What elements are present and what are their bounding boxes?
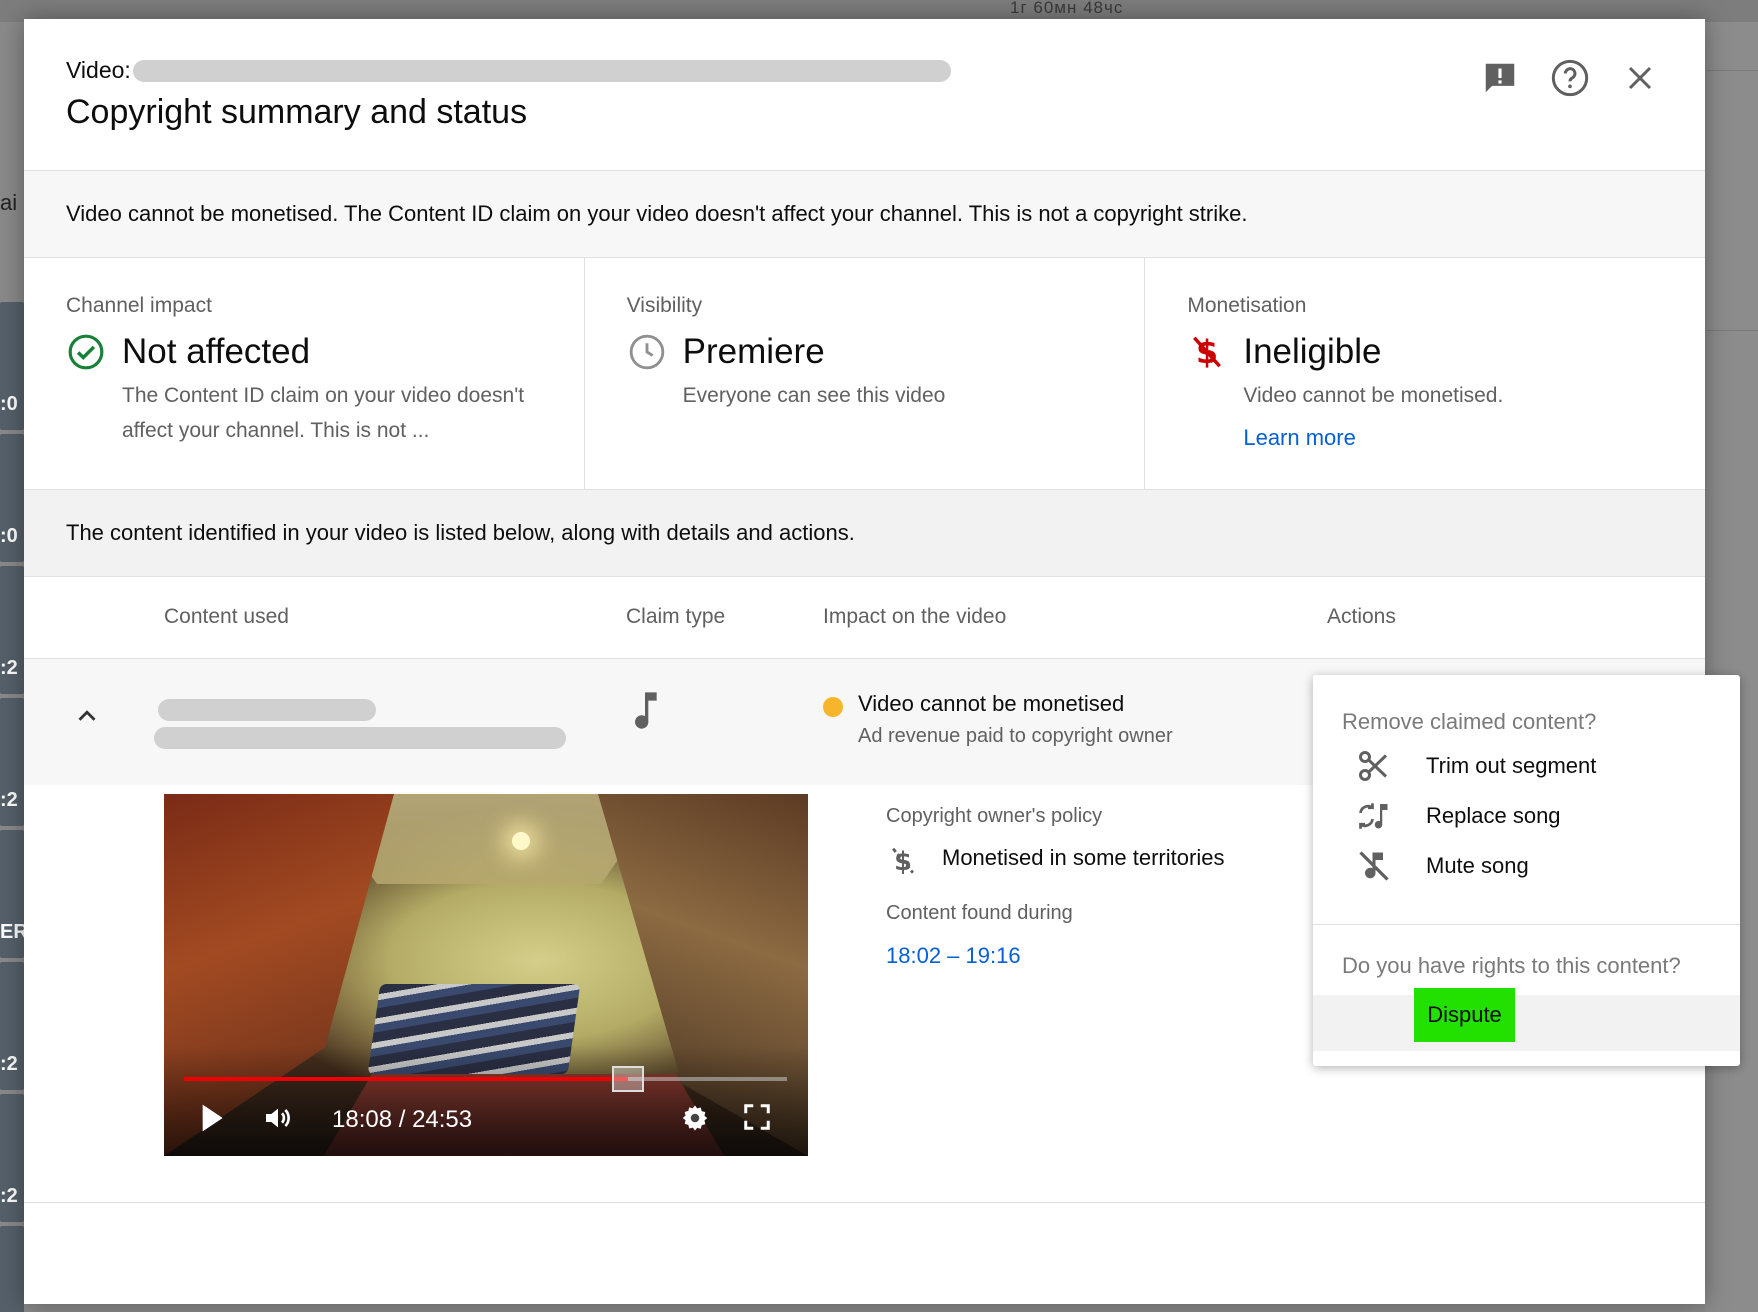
header-claim-type: Claim type: [626, 605, 726, 628]
scissors-icon: [1355, 747, 1393, 785]
help-icon[interactable]: [1547, 55, 1593, 101]
content-found-range[interactable]: 18:02 – 19:16: [886, 943, 1021, 969]
video-player[interactable]: 18:08 / 24:53: [164, 794, 808, 1156]
video-prefix: Video:: [66, 57, 131, 83]
dispute-button[interactable]: Dispute: [1414, 988, 1515, 1042]
partial-money-icon: $: [886, 843, 920, 877]
clock-icon: [627, 332, 667, 372]
progress-bar[interactable]: [184, 1066, 787, 1092]
channel-impact-card: Channel impact Not affected The Content …: [24, 258, 585, 489]
menu-item-replace[interactable]: Replace song: [1313, 788, 1740, 844]
learn-more-link[interactable]: Learn more: [1243, 425, 1356, 451]
background-thumbnail: ER: [0, 830, 28, 958]
redacted-song-owner: [154, 727, 566, 749]
content-found-label: Content found during: [886, 902, 1073, 924]
menu-item-trim[interactable]: Trim out segment: [1313, 738, 1740, 794]
dialog-header: Video: Copyright summary and status: [24, 19, 1705, 171]
claims-table-header: Content used Claim type Impact on the vi…: [24, 577, 1705, 659]
chevron-up-icon[interactable]: [72, 701, 102, 731]
menu-item-mute[interactable]: Mute song: [1313, 838, 1740, 894]
menu-item-label: Mute song: [1426, 853, 1529, 878]
visibility-desc: Everyone can see this video: [682, 384, 946, 407]
background-right-column: [1706, 22, 1758, 1312]
background-thumbnail: :2: [0, 1226, 24, 1312]
header-impact: Impact on the video: [823, 605, 1007, 628]
replace-song-icon: [1355, 797, 1393, 835]
background-side-label: ai: [0, 190, 18, 215]
monetisation-label: Monetisation: [1187, 294, 1307, 317]
channel-impact-label: Channel impact: [66, 294, 212, 317]
dispute-row: [1313, 995, 1740, 1051]
header-content-used: Content used: [164, 605, 289, 628]
music-note-icon: [630, 689, 660, 729]
menu-divider: [1313, 924, 1740, 925]
menu-item-label: Replace song: [1426, 803, 1561, 828]
impact-title: Video cannot be monetised: [858, 691, 1125, 716]
impact-status-dot: [823, 697, 843, 717]
playback-time: 18:08 / 24:53: [332, 1106, 473, 1133]
dialog-title: Copyright summary and status: [66, 93, 528, 131]
status-notice: Video cannot be monetised. The Content I…: [24, 171, 1705, 258]
close-icon[interactable]: [1617, 55, 1663, 101]
fullscreen-icon[interactable]: [742, 1102, 772, 1137]
play-icon[interactable]: [198, 1102, 226, 1139]
background-thumbnail: :0: [0, 302, 24, 430]
background-thumbnail: :2: [0, 1094, 24, 1222]
background-stats: 1г 60мн 48чс: [1010, 0, 1124, 17]
settings-gear-icon[interactable]: [679, 1102, 711, 1139]
visibility-label: Visibility: [626, 294, 703, 317]
copyright-dialog: Video: Copyright summary and status Vide…: [24, 19, 1705, 1304]
volume-icon[interactable]: [260, 1102, 296, 1139]
summary-cards: Channel impact Not affected The Content …: [24, 258, 1705, 490]
menu-item-label: Trim out segment: [1426, 753, 1597, 778]
redacted-song-title: [158, 699, 376, 721]
background-thumbnail: :2: [0, 698, 24, 826]
background-thumbnail: :0: [0, 434, 24, 562]
background-thumbnail: :2: [0, 566, 24, 694]
no-money-icon: $: [1187, 332, 1227, 372]
monetisation-desc: Video cannot be monetised.: [1243, 384, 1504, 407]
policy-text: Monetised in some territories: [942, 845, 1225, 870]
redacted-video-title: [132, 59, 951, 82]
rights-question-label: Do you have rights to this content?: [1342, 953, 1681, 978]
scrubber-handle[interactable]: [611, 1066, 644, 1092]
policy-label: Copyright owner's policy: [886, 805, 1103, 827]
channel-impact-desc: The Content ID claim on your video doesn…: [122, 384, 525, 442]
progress-played: [184, 1077, 628, 1081]
mute-song-icon: [1355, 847, 1393, 885]
actions-menu: Remove claimed content? Trim out segment…: [1313, 675, 1740, 1066]
monetisation-card: Monetisation $ Ineligible Video cannot b…: [1145, 258, 1705, 489]
content-intro: The content identified in your video is …: [24, 490, 1705, 577]
video-name-line: Video:: [66, 57, 951, 84]
impact-subtitle: Ad revenue paid to copyright owner: [858, 725, 1173, 747]
feedback-icon[interactable]: [1477, 55, 1523, 101]
monetisation-status: Ineligible: [1243, 332, 1382, 371]
visibility-card: Visibility Premiere Everyone can see thi…: [585, 258, 1146, 489]
visibility-status: Premiere: [682, 332, 825, 371]
channel-impact-status: Not affected: [122, 332, 311, 371]
check-circle-icon: [66, 332, 106, 372]
header-actions: Actions: [1327, 605, 1396, 628]
header-actions: [1477, 55, 1663, 101]
background-thumbnail: :2: [0, 962, 24, 1090]
remove-content-label: Remove claimed content?: [1342, 709, 1597, 734]
